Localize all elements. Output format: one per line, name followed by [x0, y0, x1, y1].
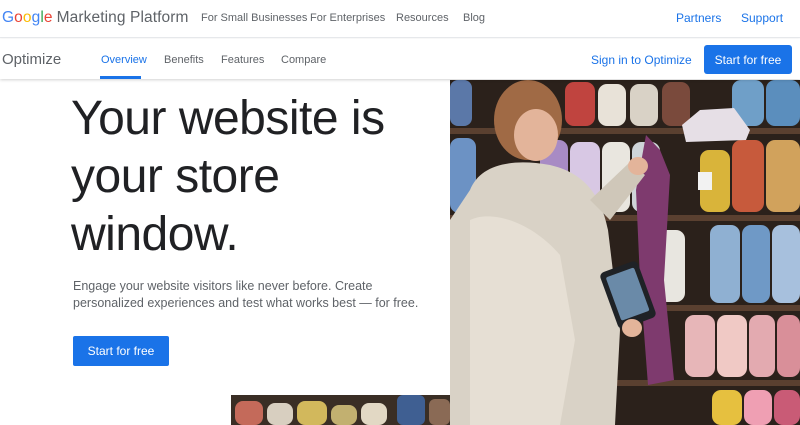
nav-link-blog[interactable]: Blog	[463, 12, 485, 24]
hero-image	[450, 80, 800, 425]
google-marketing-platform-logo[interactable]: Google Marketing Platform	[2, 9, 189, 27]
hero-title: Your website is your store window.	[71, 92, 385, 261]
product-header: Optimize Overview Benefits Features Comp…	[0, 39, 800, 79]
tab-benefits[interactable]: Benefits	[164, 54, 204, 66]
tab-features[interactable]: Features	[221, 54, 264, 66]
support-link[interactable]: Support	[741, 11, 783, 25]
tab-compare[interactable]: Compare	[281, 54, 326, 66]
start-for-free-button-header[interactable]: Start for free	[704, 45, 792, 74]
active-tab-indicator	[100, 76, 141, 79]
nav-link-resources[interactable]: Resources	[396, 12, 449, 24]
hero-image-strip	[231, 395, 450, 425]
sign-in-link[interactable]: Sign in to Optimize	[591, 53, 692, 67]
hero-description: Engage your website visitors like never …	[73, 279, 419, 310]
product-name[interactable]: Optimize	[2, 51, 61, 68]
nav-link-enterprises[interactable]: For Enterprises	[310, 12, 385, 24]
partners-link[interactable]: Partners	[676, 11, 721, 25]
nav-link-small-businesses[interactable]: For Small Businesses	[201, 12, 307, 24]
tab-overview[interactable]: Overview	[101, 54, 147, 66]
start-for-free-button-hero[interactable]: Start for free	[73, 336, 169, 366]
global-header: Google Marketing Platform For Small Busin…	[0, 0, 800, 38]
logo-text: Marketing Platform	[56, 9, 189, 26]
